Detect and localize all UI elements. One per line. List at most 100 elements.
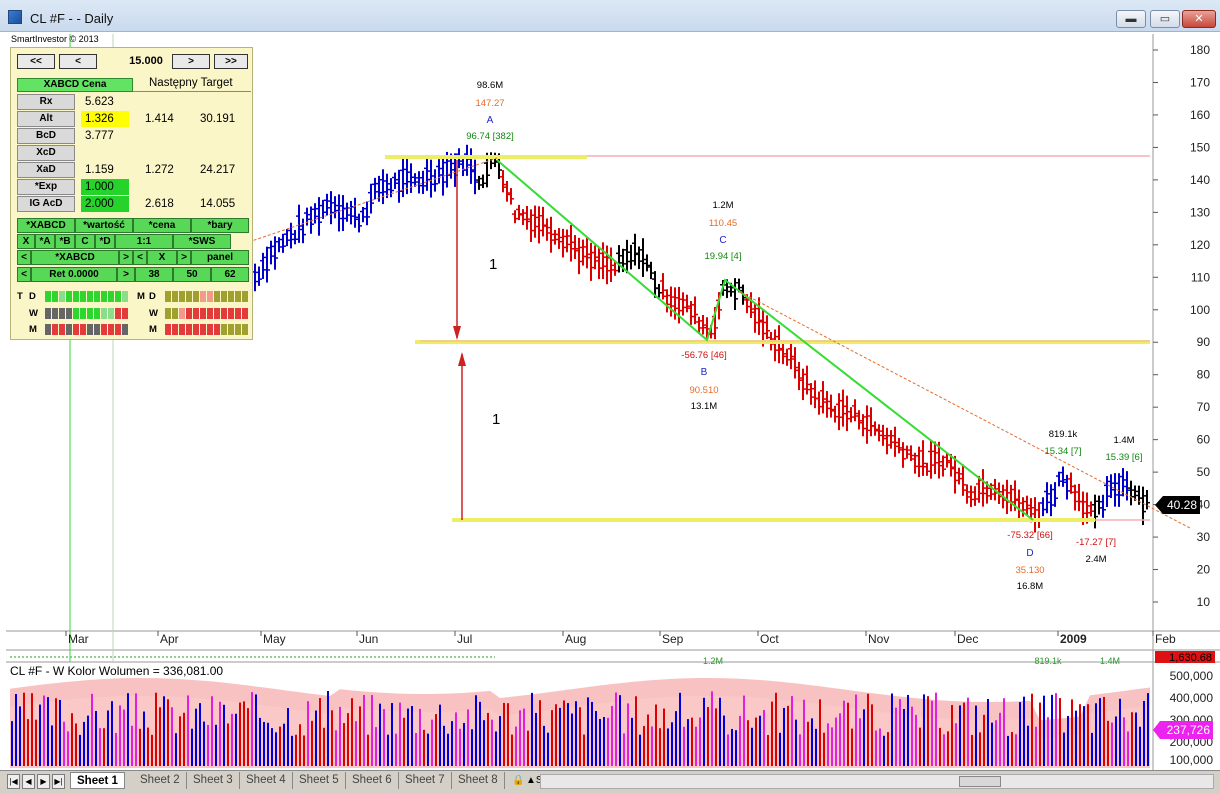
point-f-info: 15.39 [6] [1106, 452, 1143, 463]
time-axis-label: Jun [359, 632, 378, 646]
retracement-button[interactable]: Ret 0.0000 [31, 267, 117, 282]
point-toggle-button[interactable]: C [75, 234, 95, 249]
toggle-button[interactable]: *bary [191, 218, 249, 233]
toggle-button[interactable]: *cena [133, 218, 191, 233]
ohlc-bar [816, 391, 822, 415]
row-label[interactable]: BcD [17, 128, 75, 144]
sheet-tab[interactable]: Sheet 7 [399, 772, 452, 789]
row-label[interactable]: Alt [17, 111, 75, 127]
first-button[interactable]: << [17, 54, 55, 69]
ohlc-bar [920, 440, 926, 476]
first-sheet-button[interactable]: |◀ [7, 774, 20, 789]
retracement-button[interactable]: 38 [135, 267, 173, 282]
ohlc-bar [532, 205, 538, 238]
row-value [81, 145, 129, 161]
point-toggle-button[interactable]: *D [95, 234, 115, 249]
ohlc-bar [556, 228, 562, 249]
window-title: CL #F - - Daily [30, 11, 114, 26]
row-value: 1.159 [85, 164, 114, 176]
selector-button[interactable]: X [147, 250, 177, 265]
ohlc-bar [900, 442, 906, 468]
sheet-tab[interactable]: Sheet 5 [293, 772, 346, 789]
ohlc-bar [332, 196, 338, 219]
next-button[interactable]: > [172, 54, 210, 69]
trend-swatch [115, 324, 121, 335]
row-label[interactable]: *Exp [17, 179, 75, 195]
time-axis-label: Aug [565, 632, 586, 646]
ohlc-bar [524, 205, 530, 230]
ohlc-bar [884, 427, 890, 455]
ohlc-bar [1132, 485, 1138, 501]
retracement-button[interactable]: 62 [211, 267, 249, 282]
ohlc-bar [396, 169, 402, 203]
trend-swatch [87, 291, 93, 302]
selector-button[interactable]: panel [191, 250, 249, 265]
retracement-button[interactable]: 50 [173, 267, 211, 282]
time-axis-label: Dec [957, 632, 978, 646]
last-sheet-button[interactable]: ▶| [52, 774, 65, 789]
maximize-button[interactable]: ▭ [1150, 10, 1180, 28]
scrollbar-thumb[interactable] [959, 776, 1001, 787]
trend-swatch [172, 291, 178, 302]
trend-swatch [228, 291, 234, 302]
sheet-tab[interactable]: Sheet 2 [134, 772, 187, 789]
row-value: 5.623 [85, 96, 114, 108]
lock-icon[interactable]: 🔒 [512, 775, 524, 786]
row-label[interactable]: XcD [17, 145, 75, 161]
point-toggle-button[interactable]: *A [35, 234, 55, 249]
price-tick-label: 10 [1197, 595, 1211, 609]
trend-swatch [80, 308, 86, 319]
selector-button[interactable]: > [119, 250, 133, 265]
next-sheet-button[interactable]: ▶ [37, 774, 50, 789]
ohlc-bar [876, 424, 882, 442]
sheet-tab[interactable]: Sheet 4 [240, 772, 293, 789]
point-toggle-button[interactable]: *B [55, 234, 75, 249]
ohlc-bar [500, 170, 506, 193]
retracement-button[interactable]: < [17, 267, 31, 282]
point-d-volume: 16.8M [1017, 581, 1043, 592]
row-label[interactable]: IG AcD [17, 196, 75, 212]
toggle-button[interactable]: *wartość [75, 218, 133, 233]
ohlc-bar [784, 348, 790, 366]
sheet-tab[interactable]: Sheet 3 [187, 772, 240, 789]
close-button[interactable]: ✕ [1182, 10, 1216, 28]
trend-swatch [207, 291, 213, 302]
prev-sheet-button[interactable]: ◀ [22, 774, 35, 789]
prev-button[interactable]: < [59, 54, 97, 69]
row-label[interactable]: XaD [17, 162, 75, 178]
trend-swatch [122, 291, 128, 302]
ohlc-bar [852, 399, 858, 422]
selector-button[interactable]: > [177, 250, 191, 265]
trend-swatch [52, 291, 58, 302]
ohlc-bar [788, 340, 794, 370]
sheet-tab[interactable]: Sheet 1 [70, 772, 125, 789]
volume-panel-title: CL #F - W Kolor Wolumen = 336,081.00 [10, 664, 223, 678]
ohlc-bar [888, 430, 894, 449]
retracement-button[interactable]: > [117, 267, 135, 282]
last-button[interactable]: >> [214, 54, 248, 69]
ohlc-bar [1060, 466, 1066, 487]
trend-swatch [186, 291, 192, 302]
volume-tick-label: 400,000 [1170, 691, 1214, 705]
ohlc-bar [748, 292, 754, 319]
sheet-tab[interactable]: Sheet 8 [452, 772, 505, 789]
toggle-button[interactable]: *XABCD [17, 218, 75, 233]
ohlc-bar [300, 218, 306, 244]
trend-swatch [122, 308, 128, 319]
point-toggle-button[interactable]: *SWS [173, 234, 231, 249]
point-toggle-button[interactable]: 1:1 [115, 234, 173, 249]
ohlc-bar [348, 200, 354, 225]
ohlc-bar [1032, 497, 1038, 533]
ohlc-bar [364, 201, 370, 226]
sheet-tab[interactable]: Sheet 6 [346, 772, 399, 789]
minimize-button[interactable]: ▬ [1116, 10, 1146, 28]
point-toggle-button[interactable]: X [17, 234, 35, 249]
ohlc-bar [1016, 489, 1022, 522]
selector-button[interactable]: *XABCD [31, 250, 119, 265]
selector-button[interactable]: < [133, 250, 147, 265]
horizontal-scrollbar[interactable] [540, 774, 1214, 789]
trend-swatch [165, 308, 171, 319]
selector-button[interactable]: < [17, 250, 31, 265]
row-label[interactable]: Rx [17, 94, 75, 110]
ohlc-bar [624, 239, 630, 274]
